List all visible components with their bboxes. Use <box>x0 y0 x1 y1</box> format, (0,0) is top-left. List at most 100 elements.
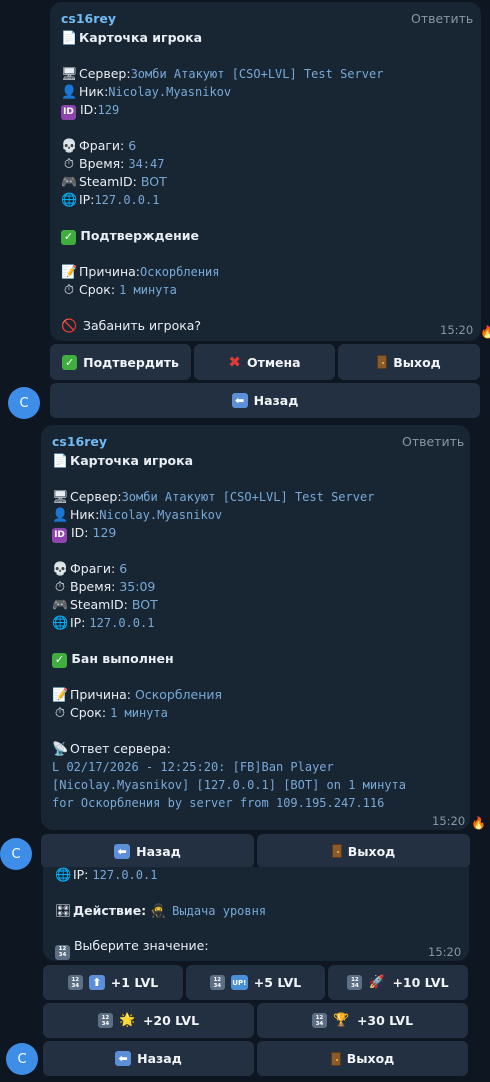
cross-icon: ✖ <box>228 353 241 371</box>
ip-line: 🌐 IP: 127.0.0.1 <box>52 615 155 631</box>
stopwatch-icon: ⏱ <box>63 283 75 298</box>
ip-line: 🌐 IP:127.0.0.1 <box>61 192 160 208</box>
avatar[interactable]: C <box>6 1043 38 1075</box>
gamepad-icon: 🎮 <box>61 175 78 190</box>
server-line: 🖥Сервер:Зомби Атакуют [CSO+LVL] Test Ser… <box>61 66 384 82</box>
id-icon: ID <box>52 527 67 543</box>
avatar[interactable]: C <box>8 387 40 419</box>
back-arrow-icon: ⬅ <box>115 1051 132 1066</box>
prohibited-icon: 🚫 <box>61 319 78 334</box>
cancel-button[interactable]: ✖ Отмена <box>194 344 335 380</box>
confirm-button[interactable]: ✓ Подтвердить <box>50 344 191 380</box>
check-icon: ✓ <box>52 652 67 668</box>
numbers-icon: 12 34 <box>97 1013 113 1028</box>
exit-button[interactable]: Выход <box>257 834 470 868</box>
question-line: 🚫 Забанить игрока? <box>61 318 202 334</box>
exit-button[interactable]: Выход <box>257 1041 468 1076</box>
server-response-line: L 02/17/2026 - 12:25:20: [FB]Ban Player <box>52 760 334 774</box>
door-icon <box>330 1051 341 1066</box>
action-line: 🎛Действие: 🥷 Выдача уровня <box>55 903 267 919</box>
door-icon <box>331 844 342 858</box>
server-response-line: for Оскорбления by server from 109.195.2… <box>52 796 385 810</box>
steam-line: 🎮 SteamID: BOT <box>61 174 167 190</box>
page-icon: 📄 <box>61 31 78 46</box>
up-arrow-icon: ⬆ <box>88 975 105 990</box>
term-line: ⏱ Срок: 1 минута <box>52 704 168 723</box>
door-icon <box>377 355 388 369</box>
reply-link[interactable]: Ответить <box>411 11 473 26</box>
message-time: 15:20 <box>440 323 474 337</box>
memo-icon: 📝 <box>52 688 69 703</box>
time-line: ⏱ Время: 34:47 <box>61 155 165 174</box>
ninja-icon: 🥷 <box>150 904 167 919</box>
sender-name[interactable]: cs16rey <box>61 11 116 26</box>
level-plus-5-button[interactable]: 12 34 UP! +5 LVL <box>186 965 325 1000</box>
up-badge-icon: UP! <box>230 975 248 990</box>
skull-icon: 💀 <box>52 562 69 577</box>
control-knobs-icon: 🎛 <box>55 904 72 919</box>
globe-icon: 🌐 <box>52 616 69 631</box>
level-plus-10-button[interactable]: 12 34 🚀 +10 LVL <box>328 965 468 1000</box>
nick-line: 👤 Ник:Nicolay.Myasnikov <box>61 84 232 100</box>
rocket-icon: 🚀 <box>368 975 385 990</box>
numbers-icon: 12 34 <box>67 975 83 990</box>
fire-reaction-icon[interactable]: 🔥 <box>480 325 490 339</box>
status-line: ✓ Подтверждение <box>61 227 199 245</box>
reason-line: 📝 Причина:Оскорбления <box>61 264 220 280</box>
numbers-icon: 12 34 <box>209 975 225 990</box>
sender-name[interactable]: cs16rey <box>52 434 107 449</box>
reply-link[interactable]: Ответить <box>402 434 464 449</box>
globe-icon: 🌐 <box>55 868 72 883</box>
back-button[interactable]: ⬅ Назад <box>43 1041 254 1076</box>
memo-icon: 📝 <box>61 265 78 280</box>
id-line: ID ID:129 <box>61 101 119 120</box>
back-arrow-icon: ⬅ <box>231 393 248 408</box>
server-line: 🖥Сервер:Зомби Атакуют [CSO+LVL] Test Ser… <box>52 489 375 505</box>
desktop-icon: 🖥 <box>61 67 78 82</box>
person-icon: 👤 <box>52 508 69 523</box>
message-time: 15:20 <box>432 814 466 828</box>
ip-line: 🌐 IP: 127.0.0.1 <box>55 867 158 883</box>
level-plus-30-button[interactable]: 12 34 🏆 +30 LVL <box>257 1003 468 1038</box>
back-button[interactable]: ⬅ Назад <box>41 834 254 868</box>
term-line: ⏱ Срок: 1 минута <box>61 281 177 300</box>
avatar[interactable]: C <box>0 838 32 870</box>
stopwatch-icon: ⏱ <box>54 580 66 595</box>
numbers-icon: 12 34 <box>311 1013 327 1028</box>
back-arrow-icon: ⬅ <box>114 843 131 859</box>
prompt-line: 12 34 Выберите значение: <box>55 937 209 960</box>
glowing-star-icon: 🌟 <box>118 1013 136 1028</box>
level-plus-1-button[interactable]: 12 34 ⬆ +1 LVL <box>43 965 183 1000</box>
skull-icon: 💀 <box>61 139 78 154</box>
id-icon: ID <box>61 104 76 120</box>
check-icon: ✓ <box>61 229 76 245</box>
satellite-icon: 📡 <box>52 742 69 757</box>
time-line: ⏱ Время: 35:09 <box>52 578 155 597</box>
check-icon: ✓ <box>62 354 78 370</box>
page-icon: 📄 <box>52 454 69 469</box>
gamepad-icon: 🎮 <box>52 598 69 613</box>
desktop-icon: 🖥 <box>52 490 69 505</box>
level-plus-20-button[interactable]: 12 34 🌟 +20 LVL <box>43 1003 254 1038</box>
fire-reaction-icon[interactable]: 🔥 <box>471 816 486 830</box>
globe-icon: 🌐 <box>61 193 78 208</box>
steam-line: 🎮 SteamID: BOT <box>52 597 158 613</box>
stopwatch-icon: ⏱ <box>63 157 75 172</box>
person-icon: 👤 <box>61 85 78 100</box>
server-response-line: [Nicolay.Myasnikov] [127.0.0.1] [BOT] on… <box>52 778 407 792</box>
stopwatch-icon: ⏱ <box>54 706 66 721</box>
frags-line: 💀 Фраги: 6 <box>52 561 128 577</box>
card-title: 📄 Карточка игрока <box>52 453 194 469</box>
server-response-label: 📡 Ответ сервера: <box>52 741 171 757</box>
message-time: 15:20 <box>428 945 462 959</box>
card-title: 📄 Карточка игрока <box>61 30 203 46</box>
reason-line: 📝 Причина: Оскорбления <box>52 687 223 703</box>
frags-line: 💀 Фраги: 6 <box>61 138 137 154</box>
status-line: ✓ Бан выполнен <box>52 650 174 668</box>
numbers-icon: 12 34 <box>55 944 70 960</box>
numbers-icon: 12 34 <box>347 975 363 990</box>
exit-button[interactable]: Выход <box>338 344 480 380</box>
trophy-icon: 🏆 <box>332 1013 350 1028</box>
nick-line: 👤 Ник:Nicolay.Myasnikov <box>52 507 223 523</box>
back-button[interactable]: ⬅ Назад <box>50 383 480 418</box>
